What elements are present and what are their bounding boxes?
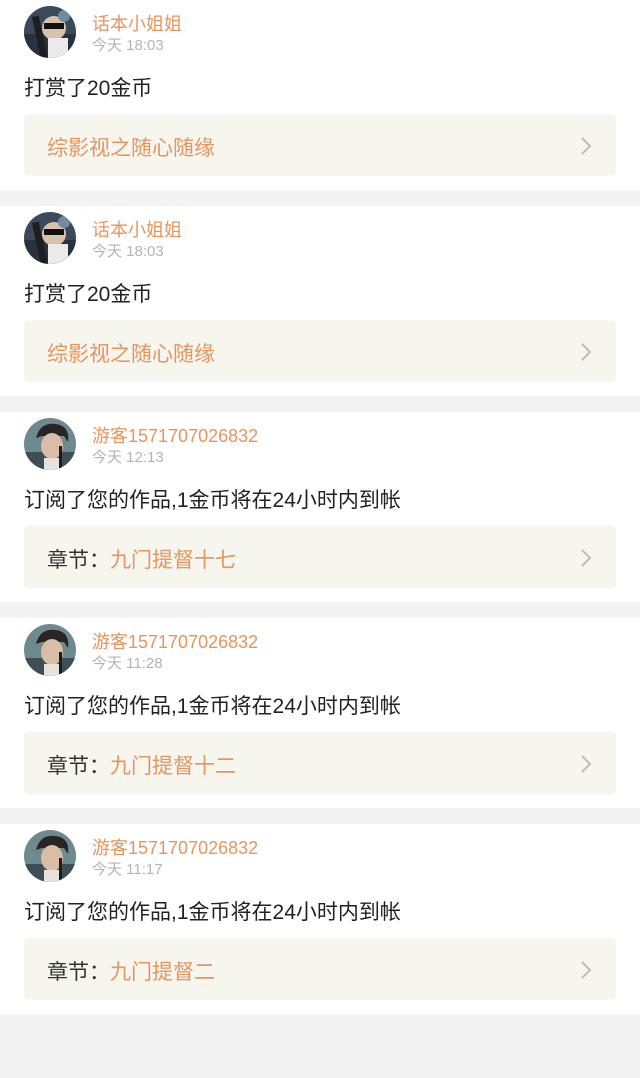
timestamp: 今天 11:28 (92, 655, 163, 672)
chevron-right-icon (581, 961, 592, 979)
book-title: 综影视之随心随缘 (47, 343, 215, 366)
timestamp: 今天 18:03 (92, 37, 164, 54)
chapter-label: 章节： (47, 549, 110, 572)
chevron-right-icon (581, 137, 592, 155)
notification-message: 订阅了您的作品,1金币将在24小时内到帐 (24, 901, 401, 924)
notification-message: 打赏了20金币 (24, 283, 153, 306)
chevron-right-icon (581, 549, 592, 567)
chapter-link[interactable]: 章节：九门提督二 (24, 938, 616, 1000)
chapter-title: 九门提督二 (110, 961, 215, 984)
timestamp: 今天 18:03 (92, 243, 164, 260)
username[interactable]: 话本小姐姐 (92, 216, 182, 242)
notification-feed: 话本小姐姐 今天 18:03 打赏了20金币 综影视之随心随缘 话本小姐姐 今天… (0, 0, 640, 1014)
chapter-label: 章节： (47, 755, 110, 778)
chevron-right-icon (581, 755, 592, 773)
book-link[interactable]: 综影视之随心随缘 (24, 114, 616, 176)
notification-card: 游客1571707026832 今天 11:28 订阅了您的作品,1金币将在24… (0, 618, 640, 808)
notification-card: 话本小姐姐 今天 18:03 打赏了20金币 综影视之随心随缘 (0, 0, 640, 190)
book-title: 综影视之随心随缘 (47, 137, 215, 160)
book-link[interactable]: 综影视之随心随缘 (24, 320, 616, 382)
avatar[interactable] (24, 212, 76, 264)
username[interactable]: 游客1571707026832 (92, 422, 258, 448)
chapter-label: 章节： (47, 961, 110, 984)
avatar[interactable] (24, 6, 76, 58)
notification-card: 话本小姐姐 今天 18:03 打赏了20金币 综影视之随心随缘 (0, 206, 640, 396)
notification-message: 订阅了您的作品,1金币将在24小时内到帐 (24, 489, 401, 512)
avatar[interactable] (24, 830, 76, 882)
username[interactable]: 游客1571707026832 (92, 628, 258, 654)
chevron-right-icon (581, 343, 592, 361)
username[interactable]: 话本小姐姐 (92, 10, 182, 36)
chapter-link[interactable]: 章节：九门提督十七 (24, 526, 616, 588)
timestamp: 今天 12:13 (92, 449, 164, 466)
notification-message: 打赏了20金币 (24, 77, 153, 100)
username[interactable]: 游客1571707026832 (92, 834, 258, 860)
chapter-title: 九门提督十二 (110, 755, 236, 778)
chapter-title: 九门提督十七 (110, 549, 236, 572)
avatar[interactable] (24, 418, 76, 470)
notification-message: 订阅了您的作品,1金币将在24小时内到帐 (24, 695, 401, 718)
avatar[interactable] (24, 624, 76, 676)
chapter-link[interactable]: 章节：九门提督十二 (24, 732, 616, 794)
timestamp: 今天 11:17 (92, 861, 163, 878)
notification-card: 游客1571707026832 今天 11:17 订阅了您的作品,1金币将在24… (0, 824, 640, 1014)
notification-card: 游客1571707026832 今天 12:13 订阅了您的作品,1金币将在24… (0, 412, 640, 602)
